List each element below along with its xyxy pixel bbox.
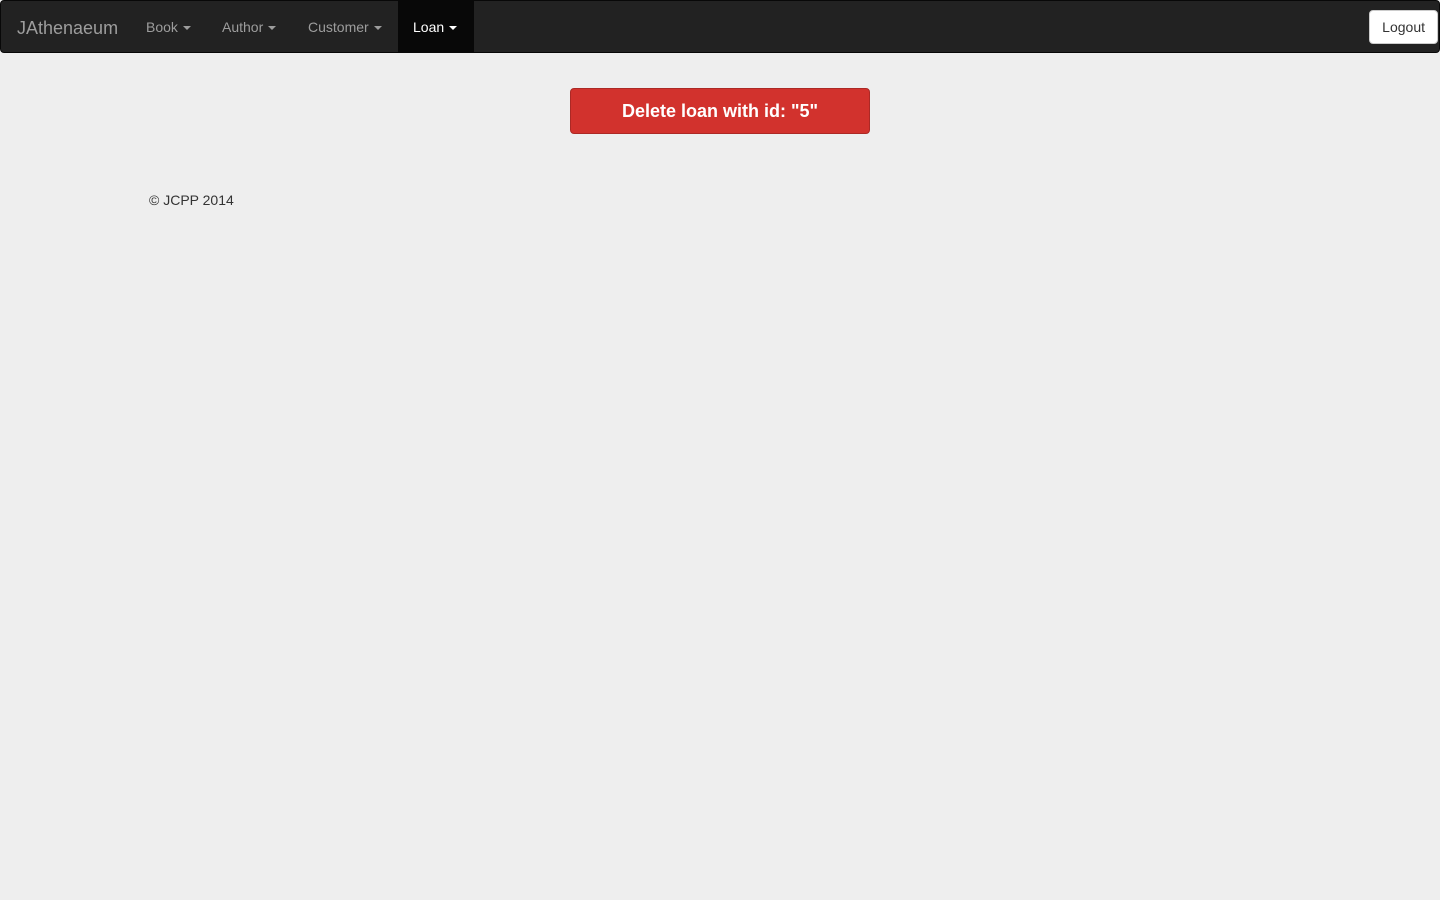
caret-down-icon: [449, 25, 458, 30]
top-navbar: JAthenaeum Book Author Customer Loan Log…: [0, 0, 1440, 53]
logout-button[interactable]: Logout: [1369, 10, 1438, 44]
nav-author-dropdown[interactable]: Author: [207, 1, 293, 52]
footer-copyright: © JCPP 2014: [149, 192, 234, 208]
nav-loan-label: Loan: [413, 18, 445, 35]
caret-down-icon: [182, 25, 191, 30]
nav-book-label: Book: [146, 18, 178, 35]
delete-loan-button[interactable]: Delete loan with id: "5": [570, 88, 870, 134]
nav-author-label: Author: [222, 18, 264, 35]
brand-link[interactable]: JAthenaeum: [17, 18, 118, 38]
nav-loan-dropdown[interactable]: Loan: [398, 1, 474, 52]
nav-customer-dropdown[interactable]: Customer: [293, 1, 398, 52]
nav-customer-label: Customer: [308, 18, 369, 35]
nav-book-dropdown[interactable]: Book: [131, 1, 207, 52]
caret-down-icon: [268, 25, 277, 30]
caret-down-icon: [373, 25, 382, 30]
